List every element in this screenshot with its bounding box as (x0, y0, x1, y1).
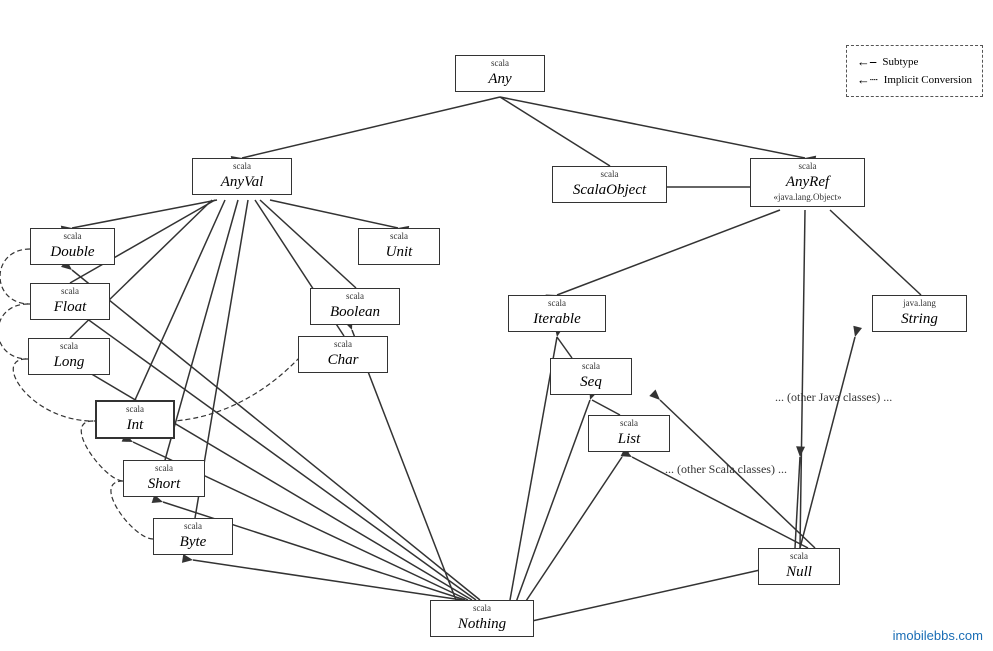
legend-implicit: ←┈ Implicit Conversion (857, 72, 972, 88)
node-boolean: scala Boolean (310, 288, 400, 325)
implicit-arrow-icon: ←┈ (857, 72, 878, 88)
watermark: imobilebbs.com (893, 628, 983, 643)
other-scala-label: ... (other Scala classes) ... (665, 462, 787, 477)
legend: ←⎯ Subtype ←┈ Implicit Conversion (846, 45, 983, 97)
node-list: scala List (588, 415, 670, 452)
node-iterable: scala Iterable (508, 295, 606, 332)
node-long: scala Long (28, 338, 110, 375)
node-anyval: scala AnyVal (192, 158, 292, 195)
diagram-svg (0, 0, 993, 651)
subtype-arrow-icon: ←⎯ (857, 54, 877, 70)
node-scalaobject: scala ScalaObject (552, 166, 667, 203)
node-nothing: scala Nothing (430, 600, 534, 637)
node-seq: scala Seq (550, 358, 632, 395)
node-int: scala Int (95, 400, 175, 439)
node-string: java.lang String (872, 295, 967, 332)
node-any: scala Any (455, 55, 545, 92)
node-double: scala Double (30, 228, 115, 265)
node-anyref: scala AnyRef «java.lang.Object» (750, 158, 865, 207)
node-byte: scala Byte (153, 518, 233, 555)
other-java-label: ... (other Java classes) ... (775, 390, 892, 405)
node-null: scala Null (758, 548, 840, 585)
subtype-label: Subtype (882, 56, 918, 68)
node-unit: scala Unit (358, 228, 440, 265)
node-char: scala Char (298, 336, 388, 373)
diagram: scala Any scala AnyVal scala AnyRef «jav… (0, 0, 993, 651)
node-short: scala Short (123, 460, 205, 497)
implicit-label: Implicit Conversion (884, 74, 972, 86)
node-float: scala Float (30, 283, 110, 320)
legend-subtype: ←⎯ Subtype (857, 54, 972, 70)
